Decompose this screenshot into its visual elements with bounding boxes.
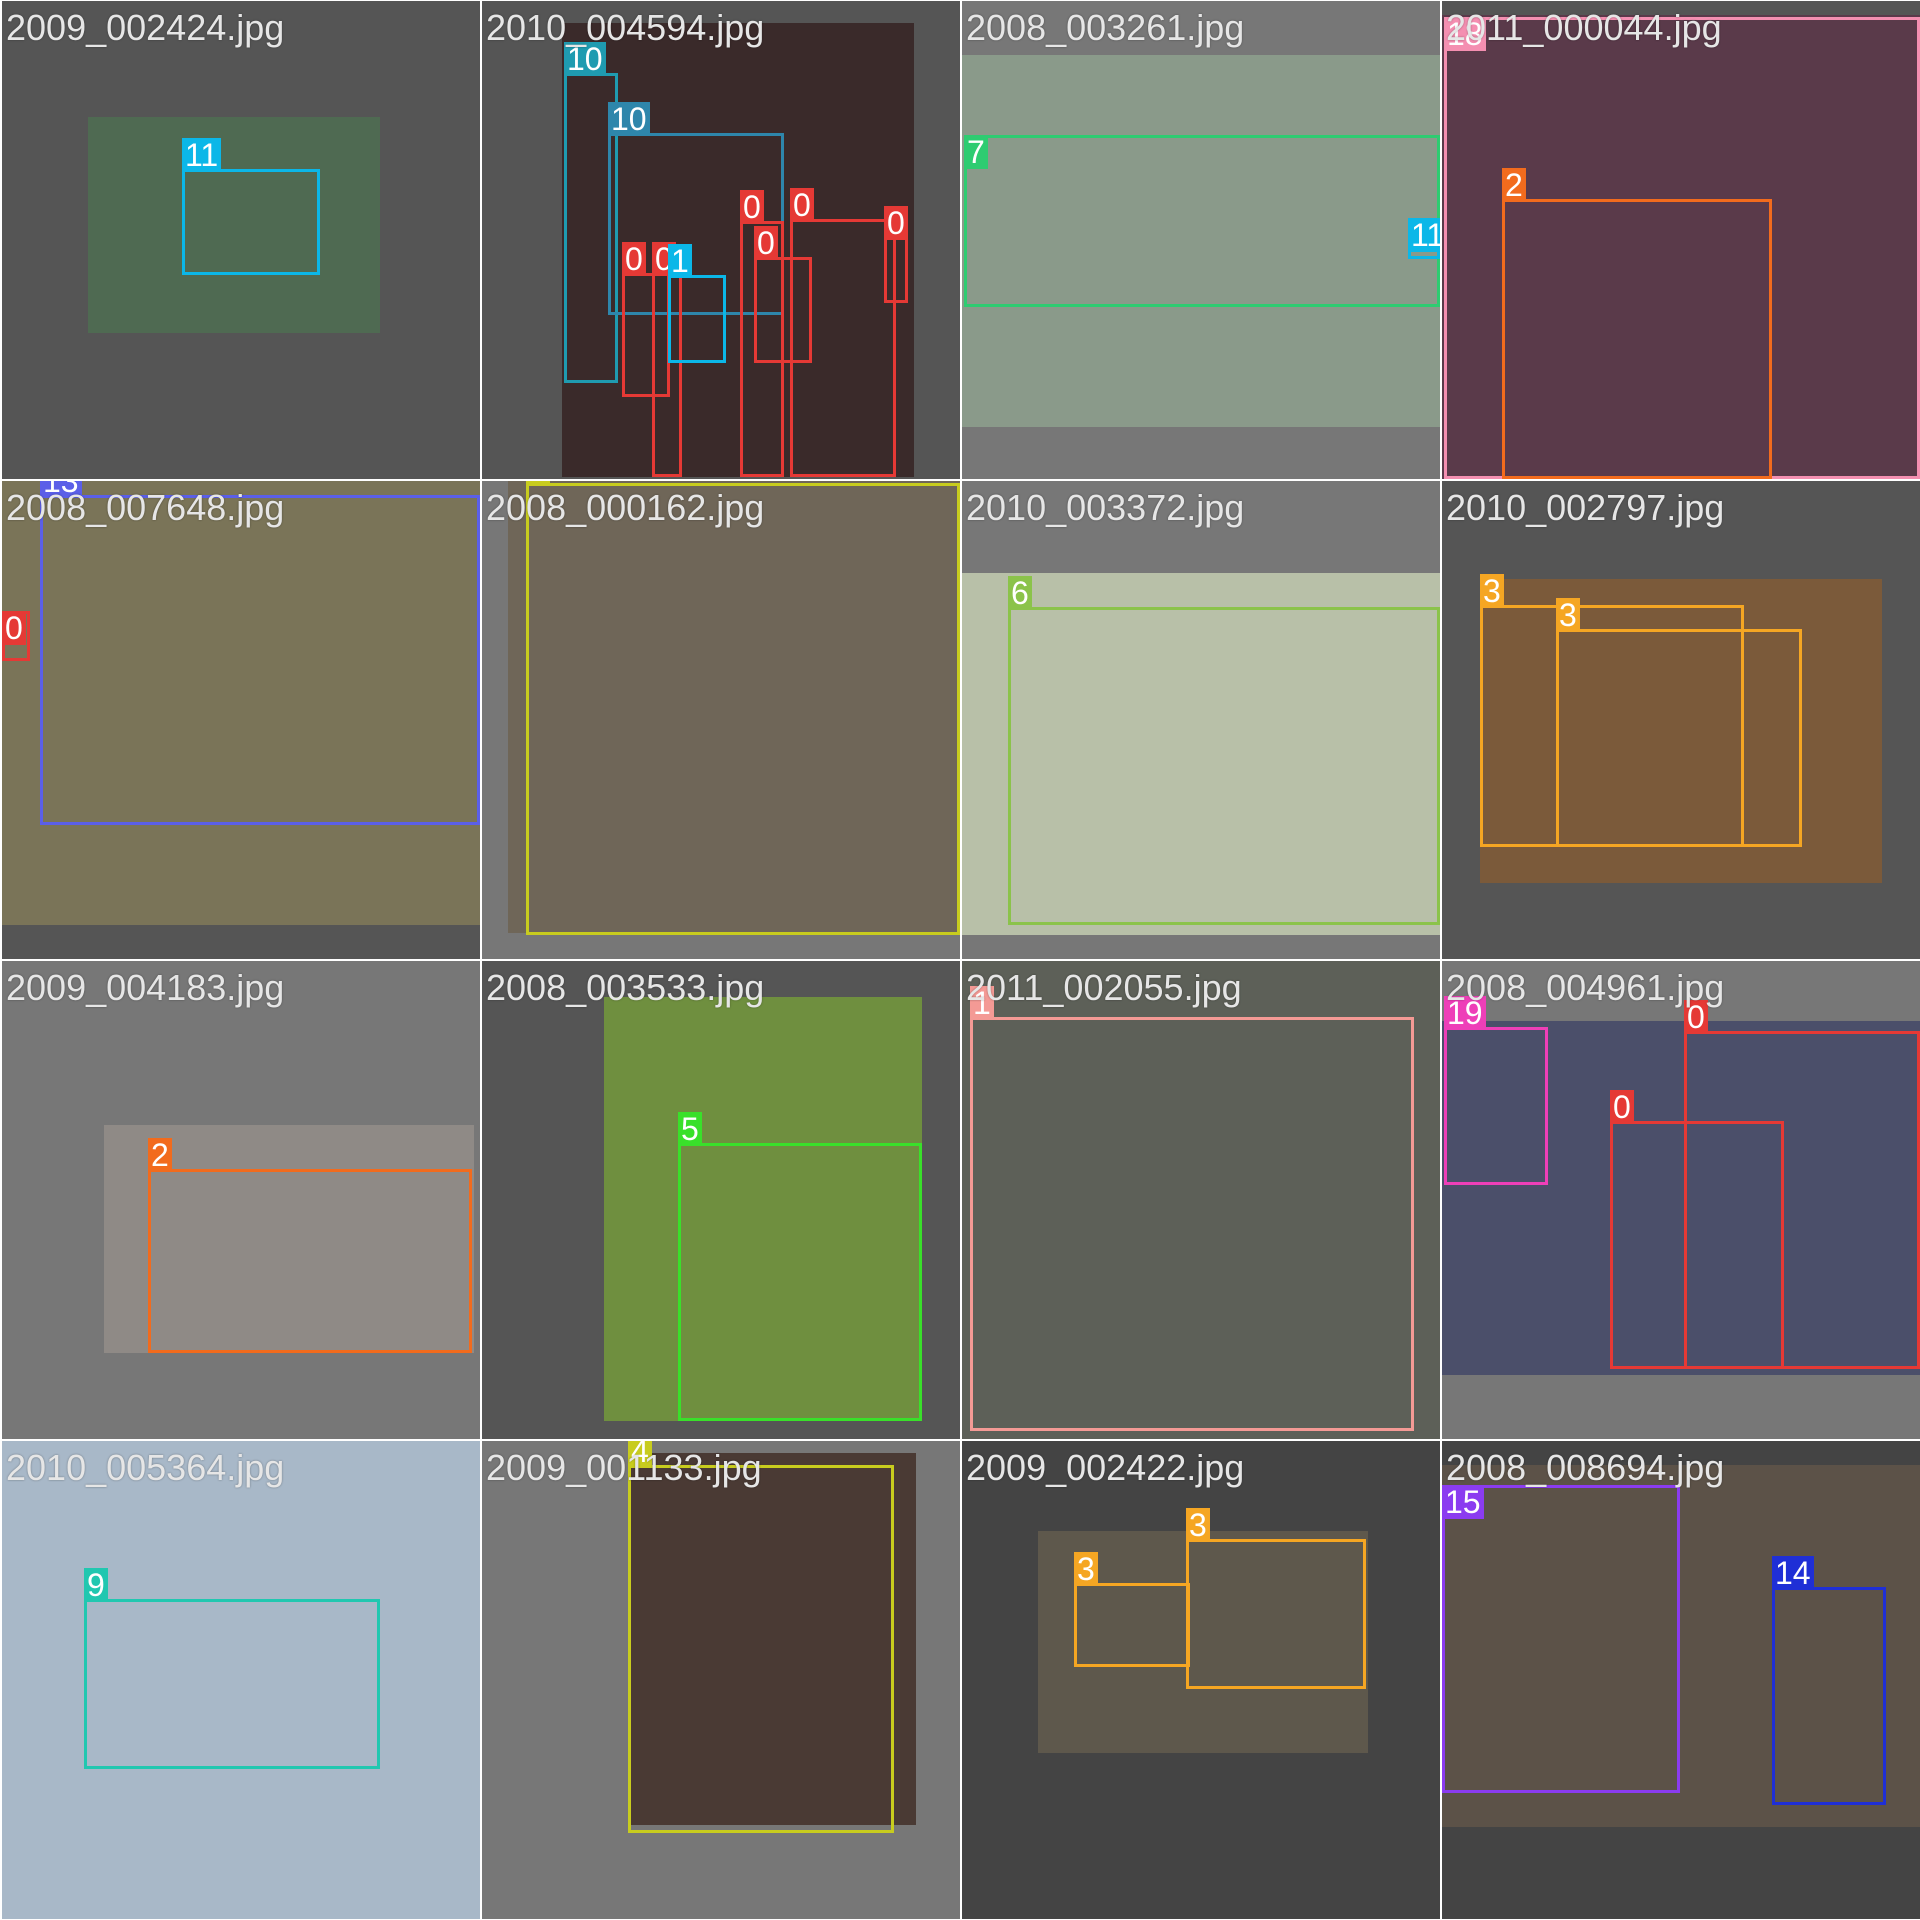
bbox-bottle: 14 <box>1772 1556 1886 1805</box>
mosaic-tile: 2009_002422.jpg 3 3 <box>962 1441 1440 1919</box>
bbox-label: 0 <box>754 226 778 260</box>
bbox-label: 15 <box>1442 1485 1484 1519</box>
bbox-label: 6 <box>1008 576 1032 610</box>
bbox-label: 11 <box>182 138 222 172</box>
mosaic-tile: 2009_002424.jpg 11 <box>2 1 480 479</box>
bbox-car: 1 <box>668 244 726 363</box>
mosaic-tile: 2010_004594.jpg 10 10 0 0 1 0 0 0 0 <box>482 1 960 479</box>
bbox-bird: 1 <box>970 986 1414 1431</box>
bbox-car: 11 <box>1408 218 1440 259</box>
mosaic-tile: 2009_004183.jpg 2 <box>2 961 480 1439</box>
bbox-chair: 15 <box>1442 1485 1680 1793</box>
mosaic-tile: 2010_002797.jpg 3 3 <box>1442 481 1920 959</box>
bbox-aeroplane: 7 <box>964 135 1440 307</box>
tile-filename: 2010_004594.jpg <box>486 7 765 48</box>
mosaic-tile: 2009_001133.jpg 4 <box>482 1441 960 1919</box>
mosaic-tile: 2011_002055.jpg 1 <box>962 961 1440 1439</box>
bbox-label: 0 <box>884 206 908 240</box>
bbox-label: 0 <box>740 190 764 224</box>
bbox-cow: 3 <box>1556 598 1802 847</box>
bbox-label: 0 <box>1610 1090 1634 1124</box>
bbox-cow: 3 <box>1074 1552 1190 1667</box>
tile-filename: 2008_003261.jpg <box>966 7 1245 48</box>
tile-filename: 2009_002424.jpg <box>6 7 285 48</box>
bbox-label: 0 <box>622 242 646 276</box>
tile-filename: 2008_007648.jpg <box>6 487 285 528</box>
bbox-cat: 2 <box>1502 168 1772 479</box>
tile-filename: 2009_002422.jpg <box>966 1447 1245 1488</box>
mosaic-tile: 2008_008694.jpg 15 14 <box>1442 1441 1920 1919</box>
bbox-label: 9 <box>84 1568 108 1602</box>
mosaic-tile: 2008_003533.jpg 5 <box>482 961 960 1439</box>
bbox-label: 4 <box>526 481 550 486</box>
tile-filename: 2008_000162.jpg <box>486 487 765 528</box>
bbox-label: 3 <box>1480 574 1504 608</box>
bbox-train: 13 <box>40 481 480 825</box>
bbox-label: 3 <box>1074 1552 1098 1586</box>
tile-filename: 2010_003372.jpg <box>966 487 1245 528</box>
bbox-cat: 2 <box>148 1138 472 1353</box>
mosaic-tile: 2010_003372.jpg 6 <box>962 481 1440 959</box>
bbox-label: 3 <box>1186 1508 1210 1542</box>
bbox-person: 0 <box>884 206 908 303</box>
bbox-label: 7 <box>964 135 988 169</box>
bbox-boat: 9 <box>84 1568 380 1769</box>
bbox-person: 0 <box>1610 1090 1784 1369</box>
bbox-label: 10 <box>608 102 650 136</box>
bbox-person: 5 <box>678 1112 922 1421</box>
tile-filename: 2010_005364.jpg <box>6 1447 285 1488</box>
mosaic-grid: 2009_002424.jpg 11 2010_004594.jpg 10 10… <box>0 0 1920 1920</box>
tile-filename: 2010_002797.jpg <box>1446 487 1725 528</box>
bbox-label: 1 <box>668 244 692 278</box>
bbox-label: 0 <box>2 611 26 645</box>
bbox-dog: 4 <box>628 1441 894 1833</box>
bbox-cow: 3 <box>1186 1508 1366 1689</box>
tile-filename: 2008_008694.jpg <box>1446 1447 1725 1488</box>
mosaic-tile: 2008_007648.jpg 13 0 <box>2 481 480 959</box>
tile-filename: 2011_002055.jpg <box>966 967 1242 1008</box>
bbox-person: 0 <box>790 188 896 477</box>
bbox-tvmonitor: 19 <box>1444 996 1548 1185</box>
bbox-person: 0 <box>2 611 30 661</box>
tile-filename: 2008_003533.jpg <box>486 967 765 1008</box>
mosaic-tile: 2008_000162.jpg 4 <box>482 481 960 959</box>
mosaic-tile: 2008_003261.jpg 7 11 <box>962 1 1440 479</box>
tile-filename: 2009_001133.jpg <box>486 1447 762 1488</box>
bbox-sheep: 6 <box>1008 576 1440 925</box>
mosaic-tile: 2008_004961.jpg 19 0 0 <box>1442 961 1920 1439</box>
bbox-label: 11 <box>1408 218 1440 252</box>
tile-filename: 2011_000044.jpg <box>1446 7 1722 48</box>
bbox-label: 5 <box>678 1112 702 1146</box>
bbox-label: 14 <box>1772 1556 1814 1590</box>
tile-filename: 2008_004961.jpg <box>1446 967 1725 1008</box>
mosaic-tile: 2011_000044.jpg 18 2 <box>1442 1 1920 479</box>
bbox-label: 0 <box>790 188 814 222</box>
bbox-label: 3 <box>1556 598 1580 632</box>
mosaic-tile: 2010_005364.jpg 9 <box>2 1441 480 1919</box>
tile-filename: 2009_004183.jpg <box>6 967 285 1008</box>
bbox-label: 2 <box>1502 168 1526 202</box>
bbox-dog: 4 <box>526 481 960 935</box>
bbox-label: 2 <box>148 1138 172 1172</box>
bbox-car: 11 <box>182 138 320 275</box>
